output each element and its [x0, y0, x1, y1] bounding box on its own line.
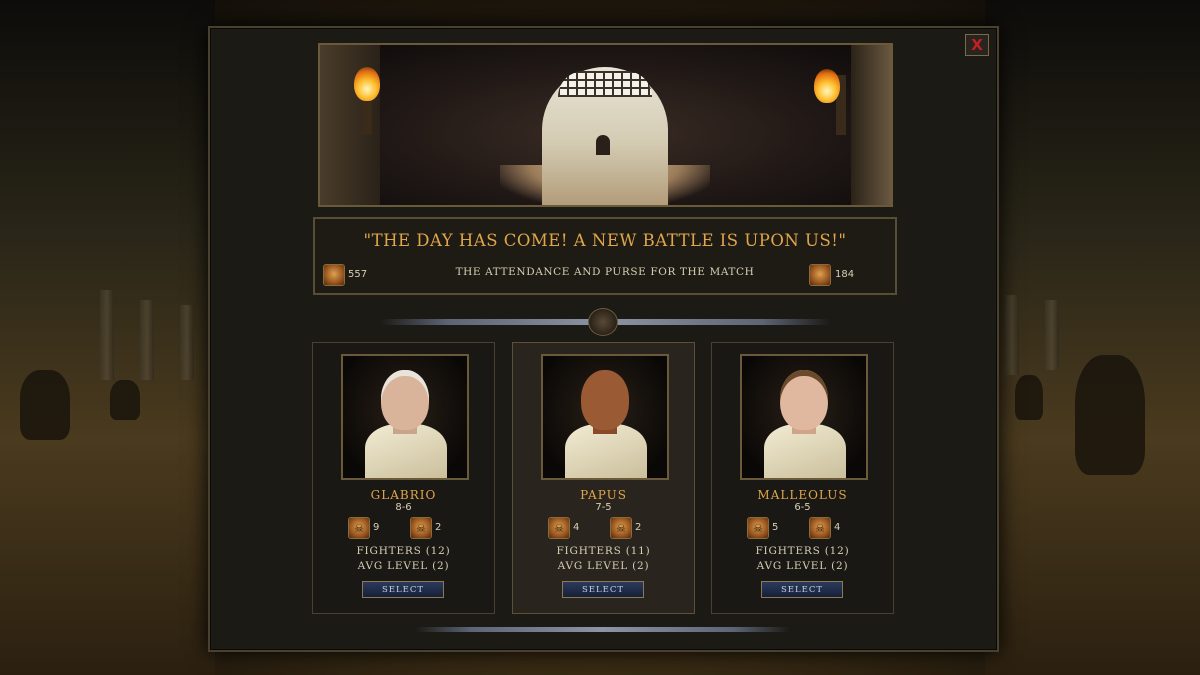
victory-icon: ☠	[348, 517, 370, 539]
fighter-count: FIGHTERS (11)	[556, 545, 651, 557]
victory-icon: ☠	[747, 517, 769, 539]
victory-count: 5	[772, 522, 779, 533]
lanista-card-malleolus[interactable]: MALLEOLUS 6-5 ☠ 5 ☠ 4 FIGHTERS (12) AVG …	[711, 342, 894, 614]
portrait-avatar	[341, 354, 469, 480]
flame-icon	[814, 69, 840, 103]
head	[381, 370, 429, 430]
arena-pillar	[1005, 295, 1019, 375]
portrait-avatar	[541, 354, 669, 480]
wolf-emblem-icon	[588, 308, 618, 336]
skull-icon: ☠	[410, 517, 432, 539]
close-icon: X	[971, 35, 983, 54]
purse-label: THE ATTENDANCE AND PURSE FOR THE MATCH	[455, 266, 755, 278]
win-loss-record: 7-5	[595, 502, 612, 513]
gladiator-silhouette	[1015, 375, 1043, 420]
lanista-name: GLABRIO	[370, 488, 437, 502]
gladiator-silhouette	[1075, 355, 1145, 475]
background-arena-left	[0, 0, 215, 675]
lanista-name: MALLEOLUS	[757, 488, 848, 502]
arena-tunnel-image	[318, 43, 893, 207]
tunnel-wall-right	[851, 45, 891, 205]
lanista-name: PAPUS	[580, 488, 627, 502]
select-button[interactable]: SELECT	[562, 581, 644, 598]
portrait-avatar	[740, 354, 868, 480]
lanista-card-papus[interactable]: PAPUS 7-5 ☠ 4 ☠ 2 FIGHTERS (11) AVG LEVE…	[512, 342, 695, 614]
skull-count: 2	[635, 522, 642, 533]
close-button[interactable]: X	[965, 34, 989, 56]
match-info-box: "THE DAY HAS COME! A NEW BATTLE IS UPON …	[313, 217, 897, 295]
skull-count: 4	[834, 522, 841, 533]
win-loss-record: 6-5	[794, 502, 811, 513]
avg-level: AVG LEVEL (2)	[557, 560, 650, 572]
arena-pillar	[100, 290, 114, 380]
fighter-count: FIGHTERS (12)	[356, 545, 451, 557]
gladiator-silhouette	[110, 380, 140, 420]
skull-icon: ☠	[610, 517, 632, 539]
win-loss-record: 8-6	[395, 502, 412, 513]
arena-pillar	[1045, 300, 1059, 370]
select-button[interactable]: SELECT	[761, 581, 843, 598]
arena-pillar	[180, 305, 194, 380]
victory-count: 4	[573, 522, 580, 533]
head	[581, 370, 629, 430]
victory-icon: ☠	[548, 517, 570, 539]
flame-icon	[354, 67, 380, 101]
avg-level: AVG LEVEL (2)	[357, 560, 450, 572]
skull-count: 2	[435, 522, 442, 533]
lanista-card-glabrio[interactable]: GLABRIO 8-6 ☠ 9 ☠ 2 FIGHTERS (12) AVG LE…	[312, 342, 495, 614]
select-button[interactable]: SELECT	[362, 581, 444, 598]
background-arena-right	[985, 0, 1200, 675]
portcullis-gate	[558, 71, 652, 97]
match-quote: "THE DAY HAS COME! A NEW BATTLE IS UPON …	[363, 231, 847, 250]
head	[780, 370, 828, 430]
gladiator-silhouette	[20, 370, 70, 440]
purse-icon	[809, 264, 831, 286]
avg-level: AVG LEVEL (2)	[756, 560, 849, 572]
arena-door	[596, 135, 610, 155]
skull-icon: ☠	[809, 517, 831, 539]
fighter-count: FIGHTERS (12)	[755, 545, 850, 557]
bottom-divider	[415, 627, 790, 632]
victory-count: 9	[373, 522, 380, 533]
purse-value: 184	[835, 269, 855, 280]
arena-pillar	[140, 300, 154, 380]
